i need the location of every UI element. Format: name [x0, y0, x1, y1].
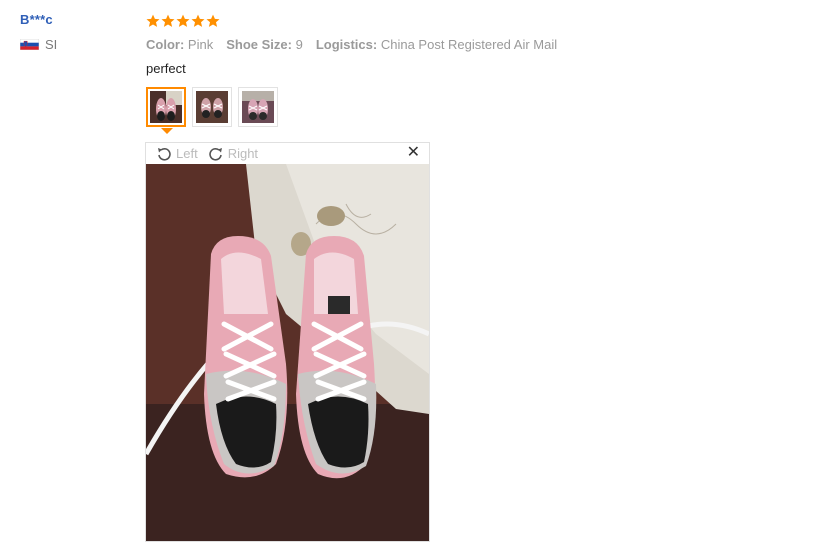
photo-viewer: Left Right ✕	[145, 142, 430, 542]
rotate-left-label: Left	[176, 146, 198, 161]
attribute-label: Color:	[146, 37, 185, 52]
attribute-color: Color: Pink	[146, 37, 213, 52]
country-code: SI	[45, 37, 58, 52]
close-icon[interactable]: ✕	[407, 145, 420, 161]
sneakers-photo-icon	[146, 164, 429, 541]
photo-thumbnail-2[interactable]	[192, 87, 232, 127]
rotate-right-button[interactable]: Right	[208, 146, 258, 162]
attribute-value: 9	[295, 37, 303, 52]
star-icon	[146, 14, 160, 27]
star-icon	[161, 14, 175, 27]
rotate-left-icon	[158, 147, 171, 161]
photo-thumbnail-1[interactable]	[146, 87, 186, 127]
attribute-label: Logistics:	[315, 37, 378, 52]
attribute-label: Shoe Size:	[226, 37, 292, 52]
star-icon	[191, 14, 205, 27]
review-photo	[146, 164, 429, 541]
sneakers-photo-icon	[150, 91, 182, 123]
reviewer-name[interactable]: B***c	[20, 12, 57, 27]
star-icon	[206, 14, 220, 27]
viewer-toolbar: Left Right ✕	[146, 143, 429, 164]
photo-thumbnail-3[interactable]	[238, 87, 278, 127]
rotate-right-label: Right	[227, 146, 259, 161]
photo-thumbnails	[146, 87, 278, 127]
attribute-value: Pink	[187, 37, 214, 52]
rotate-left-button[interactable]: Left	[156, 146, 198, 162]
star-icon	[176, 14, 190, 27]
purchase-attributes: Color: Pink Shoe Size: 9 Logistics: Chin…	[146, 37, 806, 52]
star-rating	[146, 12, 806, 30]
reviewer-info: B***c SI	[20, 12, 57, 52]
attribute-logistics: Logistics: China Post Registered Air Mai…	[316, 37, 557, 52]
attribute-value: China Post Registered Air Mail	[380, 37, 558, 52]
reviewer-country: SI	[20, 37, 57, 52]
review-body: Color: Pink Shoe Size: 9 Logistics: Chin…	[146, 12, 806, 76]
rotate-right-icon	[208, 147, 222, 161]
sneakers-photo-icon	[242, 91, 274, 123]
review-comment: perfect	[146, 61, 186, 76]
sneakers-photo-icon	[196, 91, 228, 123]
slovenia-flag-icon	[20, 39, 39, 50]
active-thumbnail-indicator	[161, 128, 173, 134]
attribute-shoe-size: Shoe Size: 9	[226, 37, 303, 52]
